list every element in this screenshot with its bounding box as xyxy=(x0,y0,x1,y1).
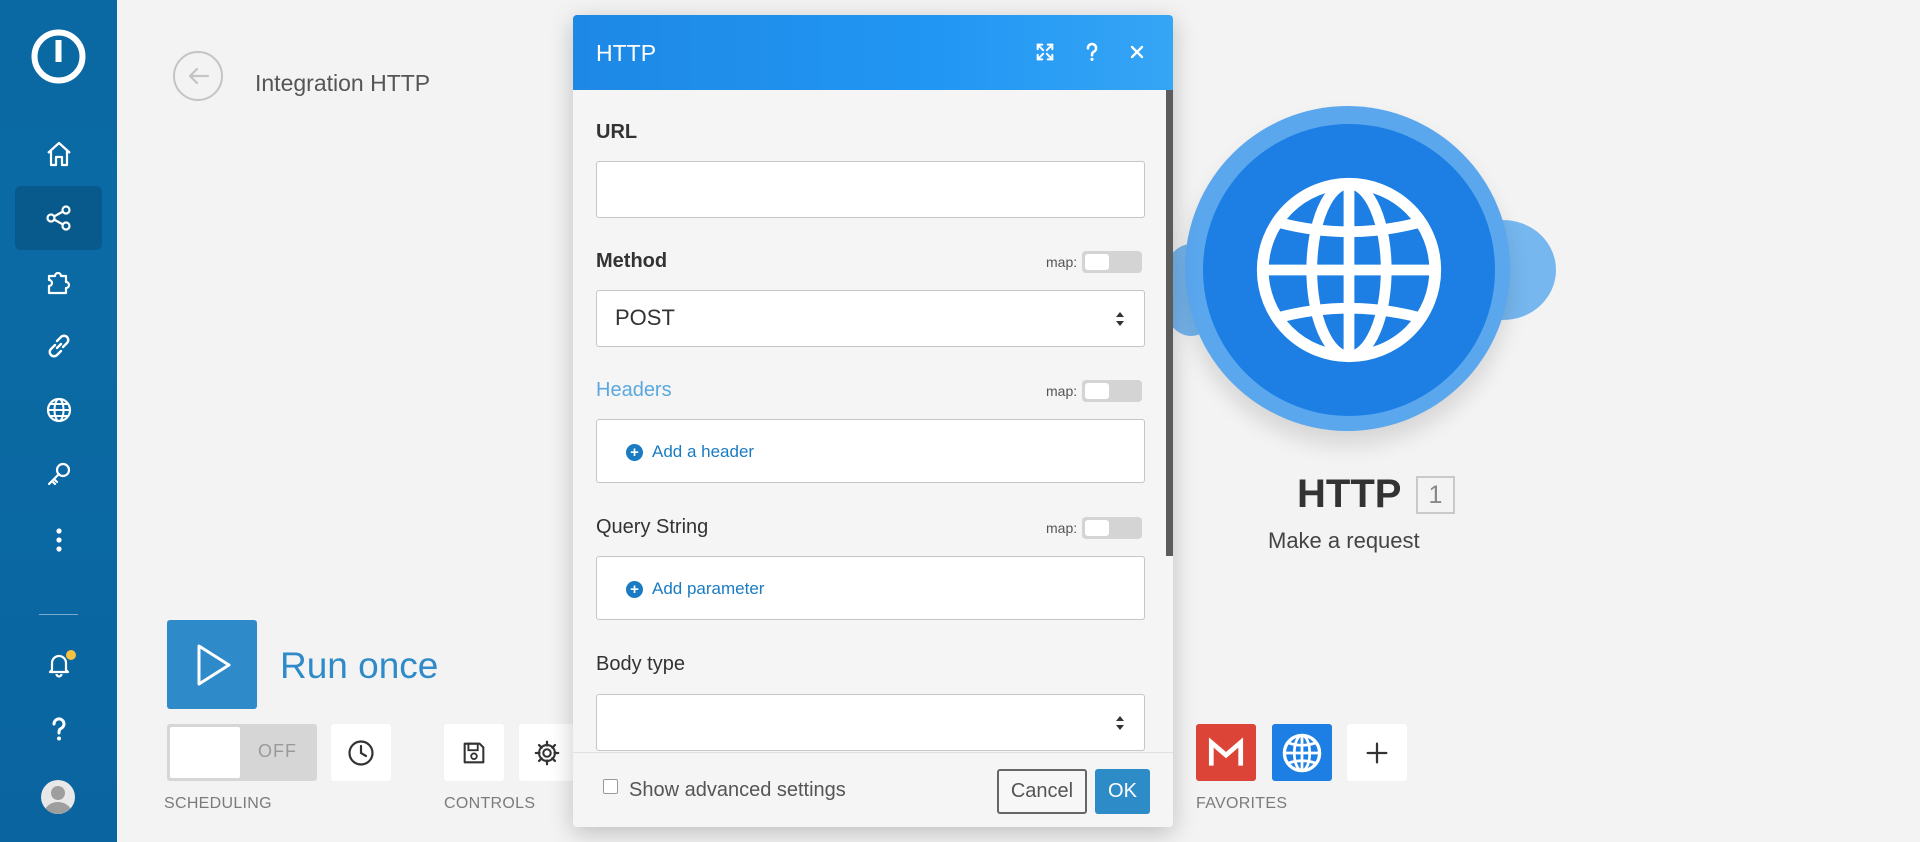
schedule-settings-button[interactable] xyxy=(331,724,391,781)
more-vertical-icon xyxy=(55,528,62,552)
sidebar-divider xyxy=(39,614,78,615)
puzzle-icon xyxy=(47,271,70,295)
add-favorite-button[interactable] xyxy=(1347,724,1407,781)
globe-icon xyxy=(1282,733,1322,772)
favorites-label: FAVORITES xyxy=(1196,795,1288,812)
share-icon xyxy=(45,205,71,231)
scenario-title[interactable]: Integration HTTP xyxy=(255,70,430,97)
expand-button[interactable] xyxy=(1030,37,1060,67)
sidebar-item-templates[interactable] xyxy=(15,250,102,314)
map-label: map: xyxy=(1046,520,1078,536)
question-icon xyxy=(51,717,65,741)
module-title: HTTP xyxy=(1297,472,1402,516)
save-icon xyxy=(463,742,485,763)
ok-button[interactable]: OK xyxy=(1095,769,1150,814)
method-select[interactable]: POST xyxy=(596,290,1145,347)
scheduling-label: SCHEDULING xyxy=(164,795,272,812)
add-parameter-label: Add parameter xyxy=(652,579,765,598)
question-icon xyxy=(1086,42,1098,61)
select-caret-icon xyxy=(1116,716,1124,730)
globe-icon xyxy=(1256,177,1442,363)
save-button[interactable] xyxy=(444,724,504,781)
plus-icon xyxy=(1366,742,1388,763)
http-settings-dialog: HTTP URL Method map: POST Headers map: +… xyxy=(573,15,1173,827)
query-map: map: xyxy=(1046,517,1143,539)
headers-map-toggle[interactable] xyxy=(1082,380,1143,402)
scheduling-toggle[interactable]: OFF xyxy=(167,724,317,781)
sidebar-item-keys[interactable] xyxy=(15,442,102,506)
map-label: map: xyxy=(1046,383,1078,399)
url-label: URL xyxy=(596,121,638,143)
key-icon xyxy=(47,462,70,486)
home-icon xyxy=(46,141,71,167)
map-label: map: xyxy=(1046,254,1078,270)
link-icon xyxy=(48,334,69,358)
sidebar xyxy=(0,0,117,842)
sidebar-item-connections[interactable] xyxy=(15,314,102,378)
avatar[interactable] xyxy=(41,780,75,814)
arrow-left-icon xyxy=(188,67,210,85)
run-once-label[interactable]: Run once xyxy=(280,645,438,687)
module-subtitle: Make a request xyxy=(1268,528,1420,553)
avatar-icon xyxy=(44,786,72,814)
select-caret-icon xyxy=(1116,312,1124,326)
dialog-title: HTTP xyxy=(596,40,657,66)
favorite-gmail-button[interactable] xyxy=(1196,724,1256,781)
add-parameter-button[interactable]: + Add parameter xyxy=(626,579,764,599)
dialog-header: HTTP xyxy=(573,15,1173,90)
close-button[interactable] xyxy=(1122,37,1152,67)
gmail-icon xyxy=(1208,736,1244,766)
sidebar-item-home[interactable] xyxy=(15,122,102,186)
dialog-footer: Show advanced settings Cancel OK xyxy=(573,752,1173,827)
sidebar-item-more[interactable] xyxy=(15,508,102,572)
method-map: map: xyxy=(1046,251,1143,273)
add-header-button[interactable]: + Add a header xyxy=(626,442,754,462)
http-module-core[interactable] xyxy=(1203,124,1495,416)
plus-circle-icon: + xyxy=(626,443,643,461)
query-map-toggle[interactable] xyxy=(1082,517,1143,539)
advanced-settings-label[interactable]: Show advanced settings xyxy=(629,779,846,802)
sidebar-item-help[interactable] xyxy=(15,697,102,761)
method-label: Method xyxy=(596,250,668,272)
headers-box: + Add a header xyxy=(596,419,1145,483)
query-string-box: + Add parameter xyxy=(596,556,1145,620)
headers-label[interactable]: Headers xyxy=(596,379,672,402)
add-header-label: Add a header xyxy=(652,442,755,461)
sidebar-item-scenarios[interactable] xyxy=(15,186,102,250)
plus-circle-icon: + xyxy=(626,580,643,598)
dialog-scrollbar[interactable] xyxy=(1166,90,1173,556)
controls-label: CONTROLS xyxy=(444,795,536,812)
back-button[interactable] xyxy=(173,51,223,101)
method-map-toggle[interactable] xyxy=(1082,251,1143,273)
query-string-label: Query String xyxy=(596,516,709,538)
toggle-knob xyxy=(170,727,240,778)
body-type-select[interactable] xyxy=(596,694,1145,751)
close-icon xyxy=(1130,45,1144,59)
favorite-http-button[interactable] xyxy=(1272,724,1332,781)
scenario-settings-button[interactable] xyxy=(519,724,574,781)
help-button[interactable] xyxy=(1077,37,1107,67)
run-once-button[interactable] xyxy=(167,620,257,709)
expand-icon xyxy=(1036,43,1054,61)
body-type-label: Body type xyxy=(596,653,685,675)
url-input[interactable] xyxy=(596,161,1145,218)
scheduling-state: OFF xyxy=(258,741,297,761)
sidebar-item-notifications[interactable] xyxy=(15,632,102,696)
module-id-badge: 1 xyxy=(1416,476,1455,514)
globe-icon xyxy=(46,397,71,423)
headers-map: map: xyxy=(1046,380,1143,402)
clock-icon xyxy=(348,739,374,766)
advanced-settings-checkbox[interactable] xyxy=(603,779,618,794)
gear-icon xyxy=(534,740,559,765)
sidebar-item-webhooks[interactable] xyxy=(15,378,102,442)
method-value: POST xyxy=(615,305,675,330)
cancel-button[interactable]: Cancel xyxy=(997,769,1087,814)
app-logo-icon[interactable] xyxy=(31,29,86,84)
play-icon xyxy=(197,644,231,685)
notification-dot xyxy=(66,650,76,660)
